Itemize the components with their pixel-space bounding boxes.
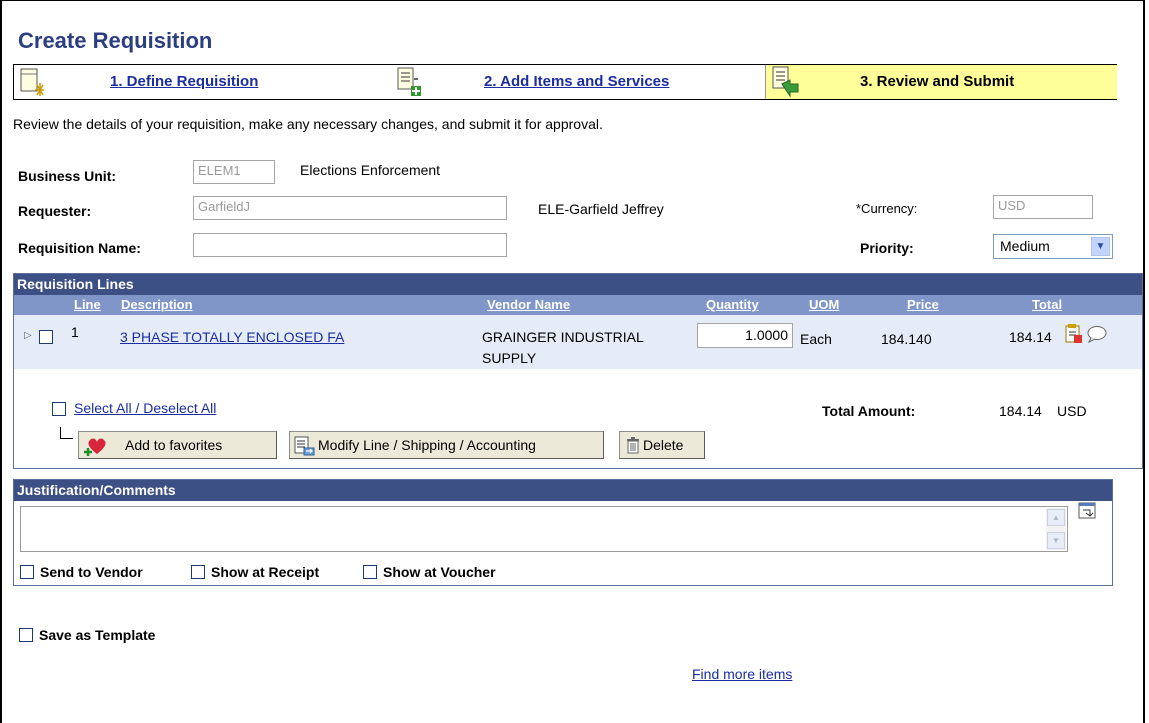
requester-field[interactable]: GarfieldJ [193,196,507,220]
line-number: 1 [71,324,79,340]
requester-label: Requester: [18,203,92,219]
expand-arrow-icon[interactable]: ▷ [24,330,32,341]
col-line[interactable]: Line [74,297,101,312]
business-unit-label: Business Unit: [18,168,117,184]
add-to-favorites-button[interactable]: Add to favorites [78,431,277,459]
currency-label: *Currency: [856,201,918,216]
requisition-lines-section: Requisition Lines Line Description Vendo… [13,273,1143,469]
total-amount-currency: USD [1057,403,1087,419]
select-all-checkbox[interactable] [52,402,66,416]
col-vendor-name[interactable]: Vendor Name [487,297,570,312]
show-at-voucher-checkbox[interactable] [363,565,377,579]
total-amount-label: Total Amount: [822,403,916,419]
vendor-name-line2: SUPPLY [482,350,537,366]
define-requisition-icon [18,68,44,99]
modify-line-icon [294,436,316,459]
step-add-items-and-services[interactable]: 2. Add Items and Services [484,73,669,90]
show-at-receipt-label: Show at Receipt [211,564,320,580]
justification-header: Justification/Comments [14,480,1112,501]
send-to-vendor-label: Send to Vendor [40,564,143,580]
col-uom[interactable]: UOM [809,297,839,312]
chevron-down-icon[interactable]: ▼ [1091,237,1110,256]
requisition-lines-header: Requisition Lines [14,274,1142,295]
textarea-scrollbar[interactable]: ▲ ▼ [1046,508,1066,550]
expand-textarea-icon[interactable] [1077,501,1099,524]
tree-connector [60,427,73,439]
delete-label: Delete [643,437,684,453]
col-total[interactable]: Total [1032,297,1062,312]
vendor-name-line1: GRAINGER INDUSTRIAL [482,329,644,345]
save-as-template-label: Save as Template [39,627,156,643]
line-total-value: 184.14 [1009,329,1052,345]
instructions-text: Review the details of your requisition, … [13,116,603,132]
select-all-link[interactable]: Select All / Deselect All [74,400,216,416]
col-quantity[interactable]: Quantity [706,297,759,312]
justification-textarea[interactable]: ▲ ▼ [20,506,1068,552]
total-amount-value: 184.14 [999,403,1042,419]
line-details-icon[interactable] [1064,323,1084,348]
priority-label: Priority: [860,240,914,256]
uom-value: Each [800,331,832,347]
requisition-name-label: Requisition Name: [18,240,141,256]
line-select-checkbox[interactable] [39,330,53,344]
add-items-icon [396,67,422,100]
col-description[interactable]: Description [121,297,193,312]
currency-field[interactable]: USD [993,195,1093,219]
business-unit-description: Elections Enforcement [300,162,441,178]
show-at-voucher-label: Show at Voucher [383,564,496,580]
step-define-requisition[interactable]: 1. Define Requisition [110,73,258,90]
modify-line-label: Modify Line / Shipping / Accounting [318,437,536,453]
col-price[interactable]: Price [907,297,939,312]
lines-column-header: Line Description Vendor Name Quantity UO… [14,295,1142,315]
line-description-link[interactable]: 3 PHASE TOTALLY ENCLOSED FA [120,329,344,345]
priority-selected-value: Medium [1000,238,1050,254]
price-value: 184.140 [881,331,932,347]
modify-line-button[interactable]: Modify Line / Shipping / Accounting [289,431,604,459]
step-review-and-submit: 3. Review and Submit [860,73,1015,90]
table-row: ▷ 1 3 PHASE TOTALLY ENCLOSED FA GRAINGER… [14,315,1142,369]
find-more-items-link[interactable]: Find more items [692,666,792,682]
add-to-favorites-label: Add to favorites [125,437,223,453]
review-submit-icon [770,66,800,101]
scroll-up-icon[interactable]: ▲ [1047,509,1065,526]
priority-select[interactable]: Medium ▼ [993,234,1113,259]
delete-button[interactable]: Delete [619,431,705,459]
quantity-input[interactable]: 1.0000 [697,323,793,348]
save-as-template-checkbox[interactable] [19,628,33,642]
requisition-name-input[interactable] [193,233,507,257]
step-bar: 1. Define Requisition 2. Add Items and S… [13,64,1117,100]
requester-description: ELE-Garfield Jeffrey [538,201,664,217]
comment-bubble-icon[interactable] [1086,325,1108,346]
justification-section: Justification/Comments ▲ ▼ Send to Vendo… [13,479,1113,586]
show-at-receipt-checkbox[interactable] [191,565,205,579]
page-title: Create Requisition [18,28,213,53]
heart-plus-icon [84,435,110,460]
scroll-down-icon[interactable]: ▼ [1047,532,1065,549]
send-to-vendor-checkbox[interactable] [20,565,34,579]
business-unit-field[interactable]: ELEM1 [193,160,275,184]
trash-icon [626,437,640,457]
